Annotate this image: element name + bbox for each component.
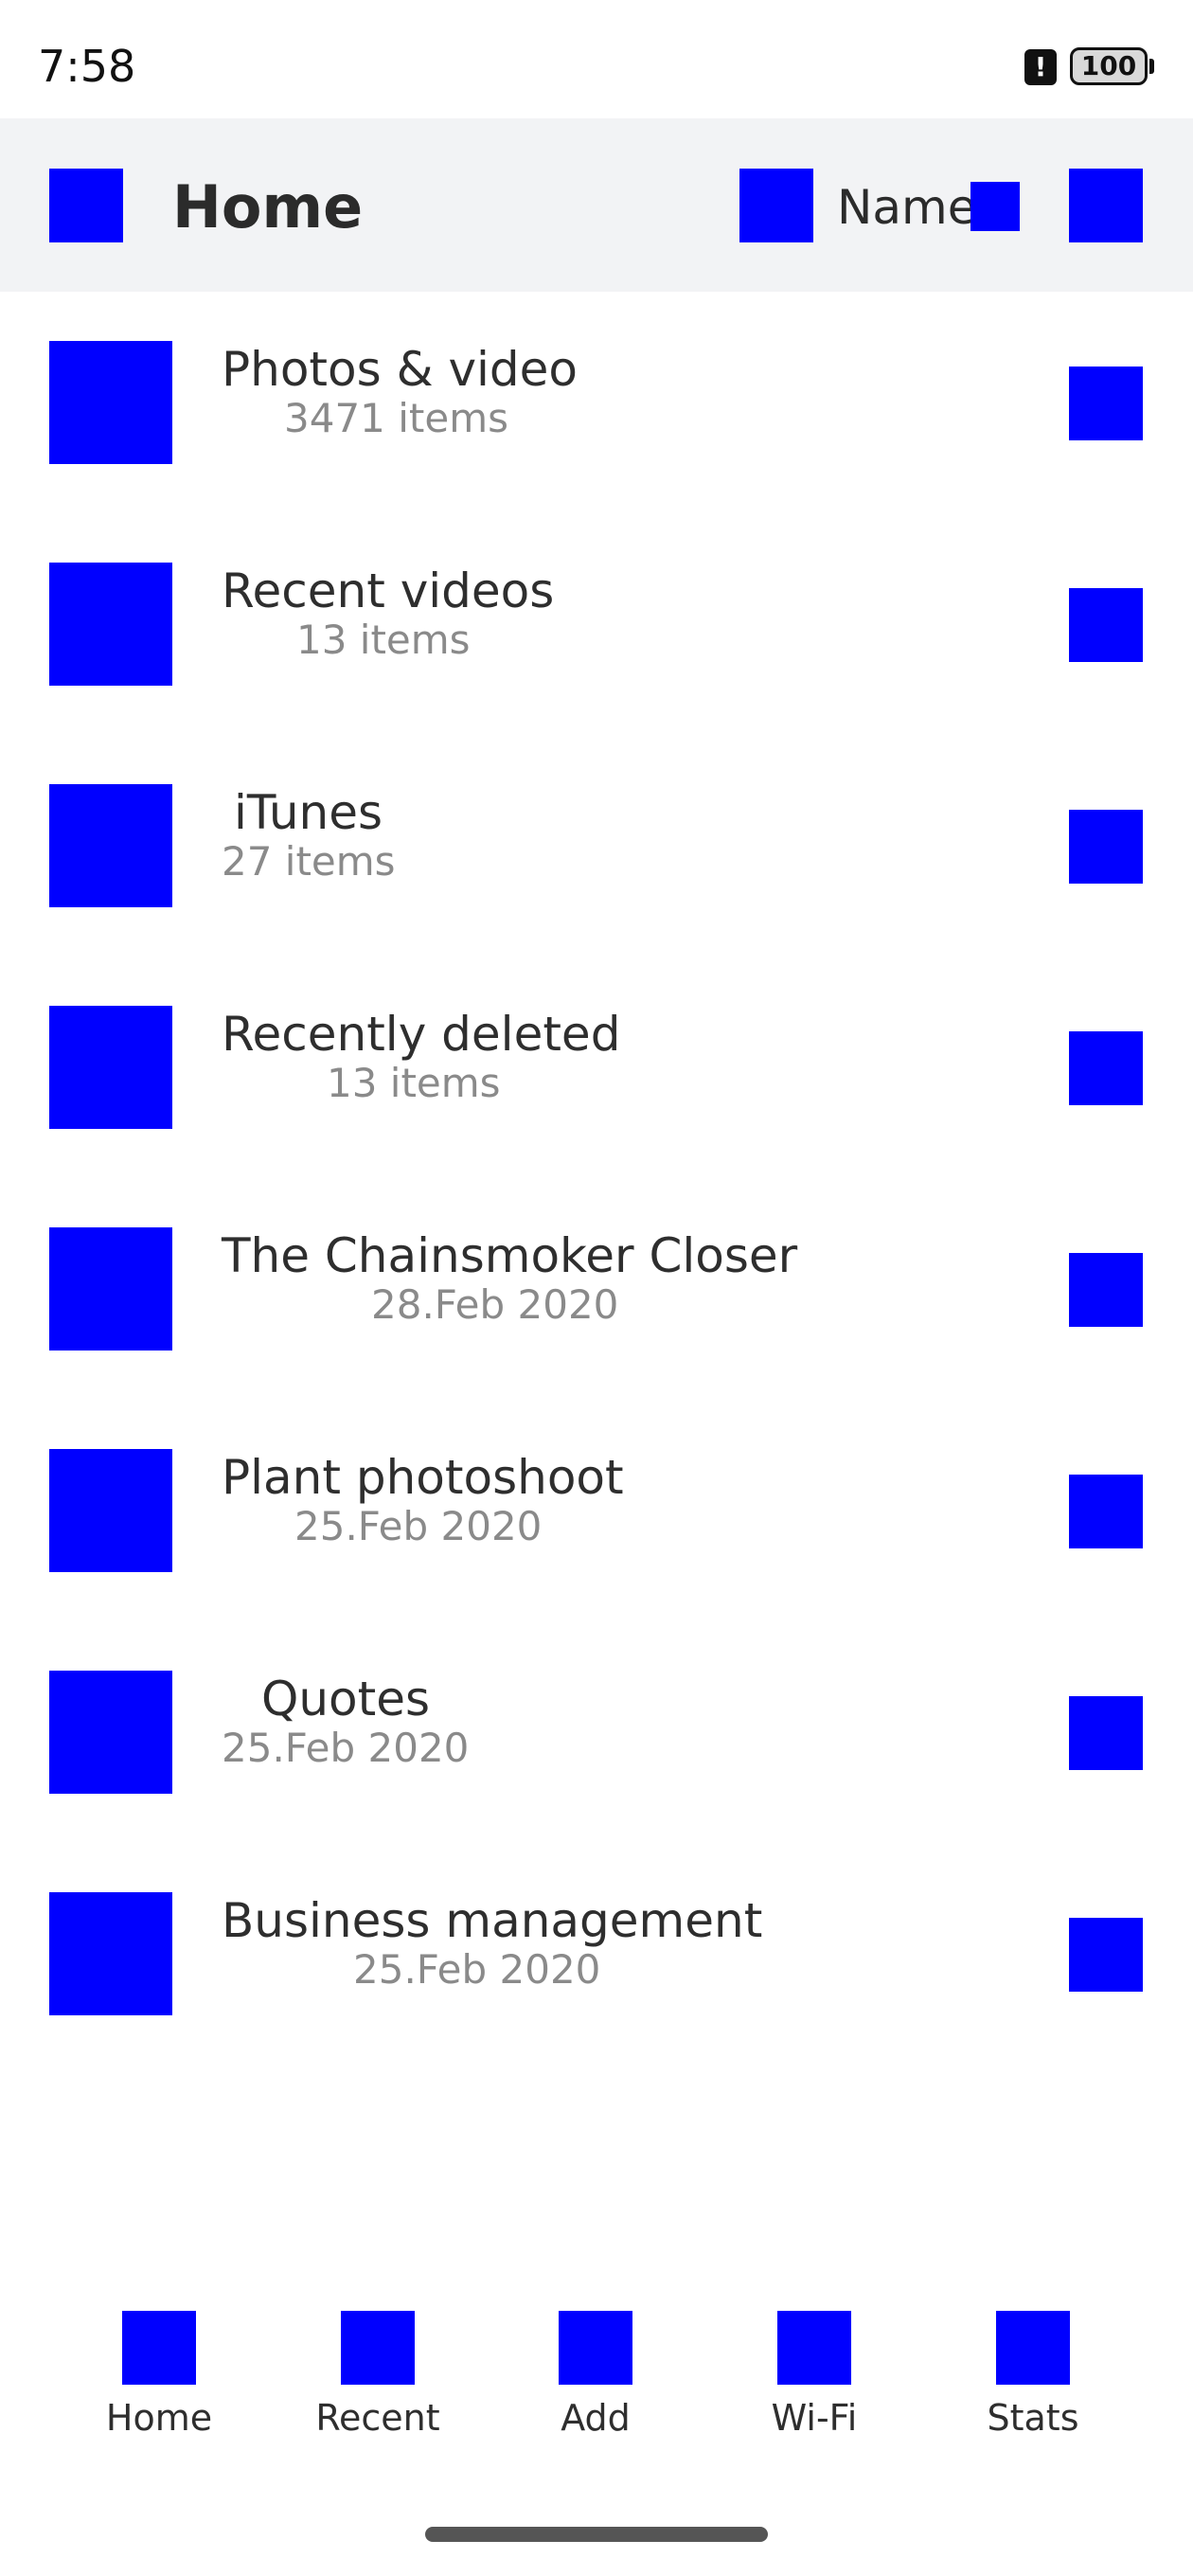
nav-label-home: Home bbox=[105, 2397, 213, 2439]
nav-label-add: Add bbox=[561, 2397, 631, 2439]
wifi-icon[interactable] bbox=[777, 2311, 851, 2385]
app-header: Home Name bbox=[0, 118, 1193, 292]
item-action-icon[interactable] bbox=[1069, 1696, 1143, 1770]
stats-icon[interactable] bbox=[996, 2311, 1070, 2385]
menu-icon[interactable] bbox=[49, 169, 123, 242]
alert-icon: ! bbox=[1024, 49, 1057, 85]
item-subtitle: 3471 items bbox=[284, 395, 509, 441]
item-title: The Chainsmoker Closer bbox=[222, 1228, 798, 1283]
folder-icon bbox=[49, 784, 172, 907]
item-subtitle: 25.Feb 2020 bbox=[353, 1946, 601, 1993]
item-title: iTunes bbox=[234, 785, 383, 840]
battery-icon: 100 bbox=[1070, 47, 1148, 85]
item-subtitle: 13 items bbox=[327, 1060, 501, 1106]
folder-icon bbox=[49, 563, 172, 686]
item-title: Plant photoshoot bbox=[222, 1450, 624, 1505]
nav-label-recent: Recent bbox=[315, 2397, 440, 2439]
page-title: Home bbox=[172, 172, 364, 242]
item-action-icon[interactable] bbox=[1069, 367, 1143, 440]
add-icon[interactable] bbox=[559, 2311, 632, 2385]
list-item[interactable]: Business management 25.Feb 2020 bbox=[0, 1854, 1193, 2076]
nav-label-stats: Stats bbox=[987, 2397, 1079, 2439]
item-action-icon[interactable] bbox=[1069, 1031, 1143, 1105]
home-icon[interactable] bbox=[122, 2311, 196, 2385]
more-options-icon[interactable] bbox=[1069, 169, 1143, 242]
item-action-icon[interactable] bbox=[1069, 810, 1143, 884]
item-title: Business management bbox=[222, 1893, 763, 1948]
item-action-icon[interactable] bbox=[1069, 1253, 1143, 1327]
item-subtitle: 25.Feb 2020 bbox=[222, 1725, 470, 1771]
recent-icon[interactable] bbox=[341, 2311, 415, 2385]
item-title: Photos & video bbox=[222, 342, 579, 397]
folder-icon bbox=[49, 1227, 172, 1351]
item-title: Recent videos bbox=[222, 564, 555, 618]
item-action-icon[interactable] bbox=[1069, 588, 1143, 662]
item-subtitle: 27 items bbox=[222, 838, 396, 885]
bottom-nav: Home Recent Add Wi-Fi Stats bbox=[0, 2292, 1193, 2443]
list-item[interactable]: iTunes 27 items bbox=[0, 746, 1193, 968]
nav-label-wifi: Wi-Fi bbox=[771, 2397, 858, 2439]
item-subtitle: 13 items bbox=[296, 617, 471, 663]
item-action-icon[interactable] bbox=[1069, 1918, 1143, 1992]
status-time: 7:58 bbox=[38, 41, 136, 92]
list-item[interactable]: Recent videos 13 items bbox=[0, 525, 1193, 746]
search-icon[interactable] bbox=[739, 169, 813, 242]
sort-dropdown-icon[interactable] bbox=[970, 182, 1020, 231]
item-title: Quotes bbox=[261, 1672, 431, 1726]
list-item[interactable]: Photos & video 3471 items bbox=[0, 303, 1193, 525]
list-item[interactable]: Plant photoshoot 25.Feb 2020 bbox=[0, 1411, 1193, 1633]
list-item[interactable]: Recently deleted 13 items bbox=[0, 968, 1193, 1190]
folder-icon bbox=[49, 1892, 172, 2015]
status-bar: 7:58 ! 100 bbox=[0, 0, 1193, 118]
folder-icon bbox=[49, 341, 172, 464]
home-indicator[interactable] bbox=[425, 2527, 768, 2542]
battery-tip bbox=[1149, 59, 1154, 74]
folder-icon bbox=[49, 1671, 172, 1794]
sort-button[interactable]: Name bbox=[837, 179, 977, 236]
folder-icon bbox=[49, 1449, 172, 1572]
item-subtitle: 28.Feb 2020 bbox=[371, 1281, 619, 1328]
item-action-icon[interactable] bbox=[1069, 1475, 1143, 1548]
folder-icon bbox=[49, 1006, 172, 1129]
list-item[interactable]: Quotes 25.Feb 2020 bbox=[0, 1633, 1193, 1854]
item-title: Recently deleted bbox=[222, 1007, 621, 1062]
item-subtitle: 25.Feb 2020 bbox=[294, 1503, 543, 1549]
list-item[interactable]: The Chainsmoker Closer 28.Feb 2020 bbox=[0, 1190, 1193, 1411]
